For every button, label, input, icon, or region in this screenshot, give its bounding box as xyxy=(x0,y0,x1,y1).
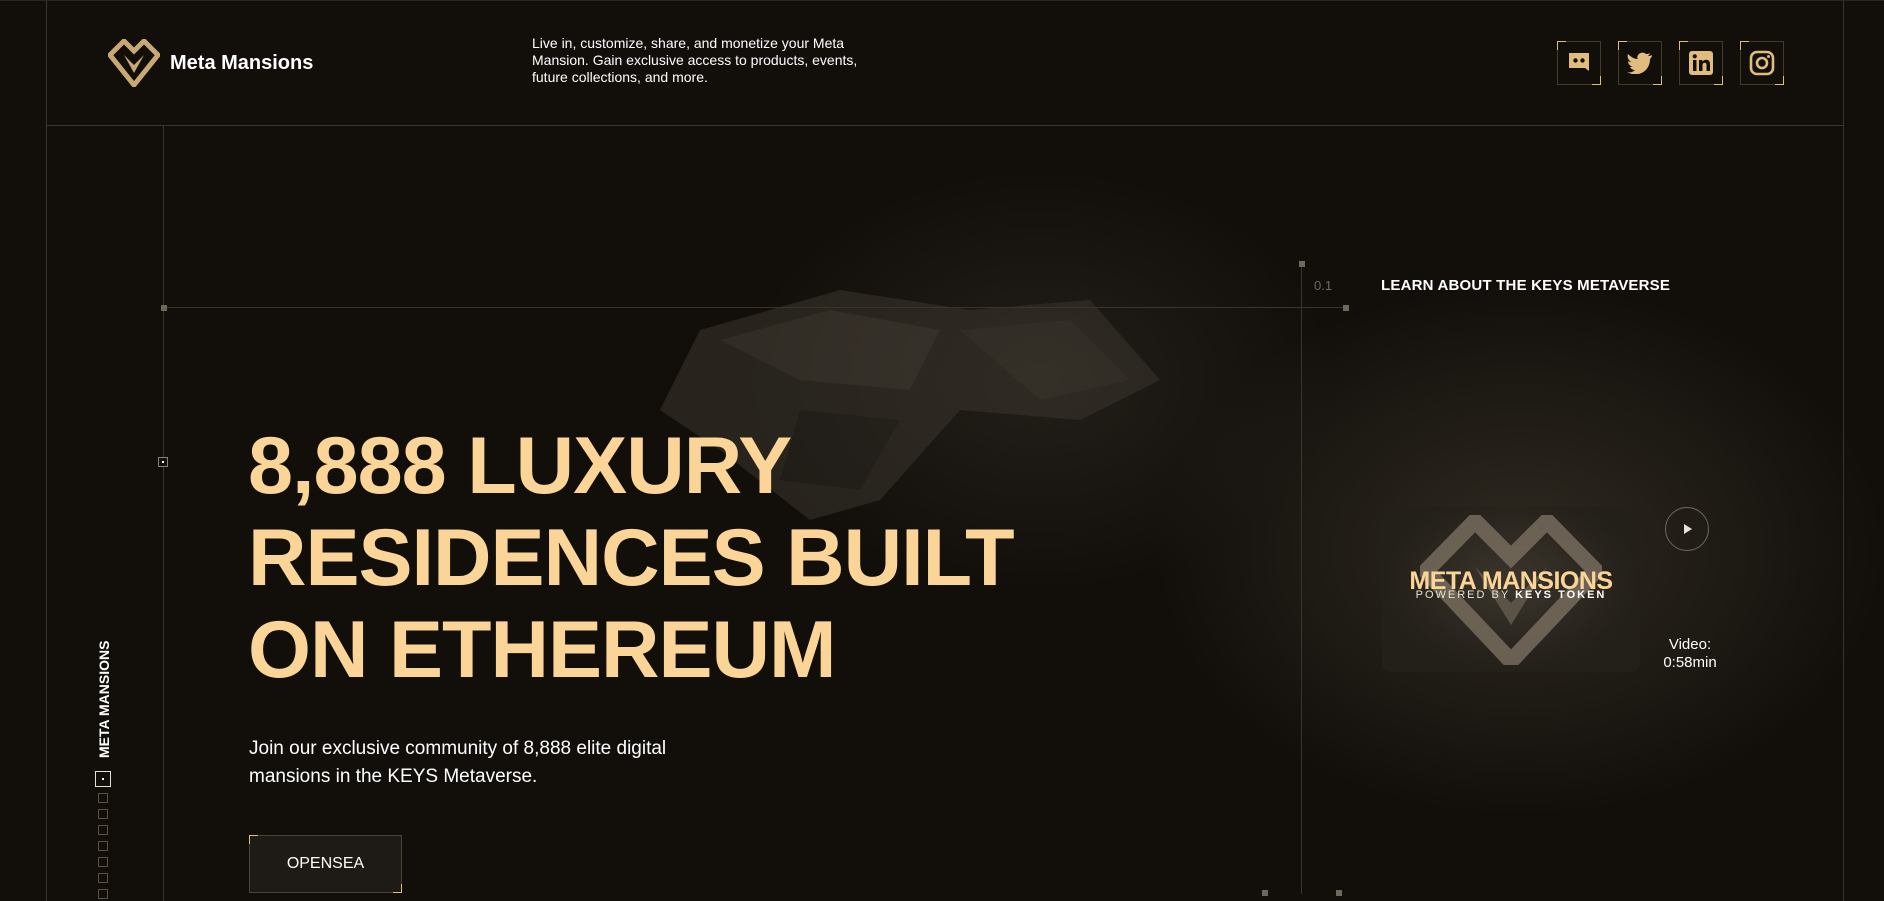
pager-dot-active[interactable] xyxy=(95,771,111,787)
pager-dot[interactable] xyxy=(98,889,108,899)
video-duration: 0:58min xyxy=(1663,654,1717,671)
social-links xyxy=(1557,41,1784,85)
hero-title-line: RESIDENCES BUILT xyxy=(248,513,1015,603)
play-icon xyxy=(1684,524,1692,534)
brand-name: Meta Mansions xyxy=(170,51,314,74)
hero-title-line: ON ETHEREUM xyxy=(248,605,837,695)
frame-right-border xyxy=(1843,0,1844,901)
pager-dot[interactable] xyxy=(98,793,108,803)
slide-pager xyxy=(95,771,111,899)
scale-label: 0.1 xyxy=(1314,278,1333,293)
video-thumb-subtitle: POWERED BY KEYS TOKEN xyxy=(1382,589,1640,601)
learn-keys-metaverse-link[interactable]: LEARN ABOUT THE KEYS METAVERSE xyxy=(1381,277,1670,294)
hero-title-line: 8,888 LUXURY xyxy=(248,421,792,511)
brand-logo[interactable]: Meta Mansions xyxy=(108,39,313,87)
guide-vertical-right xyxy=(1301,264,1302,894)
twitter-icon xyxy=(1627,52,1652,74)
guide-node xyxy=(1262,890,1268,896)
video-meta: Video: 0:58min xyxy=(1660,636,1720,672)
video-thumb-sub-bold: KEYS TOKEN xyxy=(1515,589,1607,601)
pager-dot[interactable] xyxy=(98,873,108,883)
opensea-button[interactable]: OPENSEA xyxy=(249,835,402,893)
instagram-icon xyxy=(1749,50,1775,76)
site-header: Meta Mansions Live in, customize, share,… xyxy=(46,0,1844,126)
header-tagline: Live in, customize, share, and monetize … xyxy=(532,35,858,85)
pager-dot[interactable] xyxy=(98,809,108,819)
twitter-link[interactable] xyxy=(1618,41,1662,85)
instagram-link[interactable] xyxy=(1740,41,1784,85)
guide-node xyxy=(1336,890,1342,896)
discord-icon xyxy=(1569,53,1589,71)
hero-title: 8,888 LUXURY RESIDENCES BUILT ON ETHEREU… xyxy=(248,420,1015,696)
linkedin-link[interactable] xyxy=(1679,41,1723,85)
guide-node xyxy=(161,305,167,311)
guide-vertical-left xyxy=(163,126,164,901)
video-play-button[interactable] xyxy=(1665,507,1709,551)
guide-horizontal xyxy=(164,307,1346,308)
video-thumbnail[interactable]: META MANSIONS POWERED BY KEYS TOKEN xyxy=(1382,507,1640,672)
pager-dot[interactable] xyxy=(98,857,108,867)
hero-subtitle: Join our exclusive community of 8,888 el… xyxy=(249,738,667,787)
guide-node xyxy=(1343,305,1349,311)
guide-marker xyxy=(158,457,168,467)
logo-icon xyxy=(108,39,160,87)
pager-dot[interactable] xyxy=(98,841,108,851)
video-label: Video: xyxy=(1668,636,1712,653)
linkedin-icon xyxy=(1689,51,1713,75)
vertical-brand-label: META MANSIONS xyxy=(96,640,112,758)
frame-left-border xyxy=(46,0,47,901)
guide-node xyxy=(1299,261,1305,267)
discord-link[interactable] xyxy=(1557,41,1601,85)
video-thumb-sub-prefix: POWERED BY xyxy=(1415,589,1510,601)
pager-dot[interactable] xyxy=(98,825,108,835)
